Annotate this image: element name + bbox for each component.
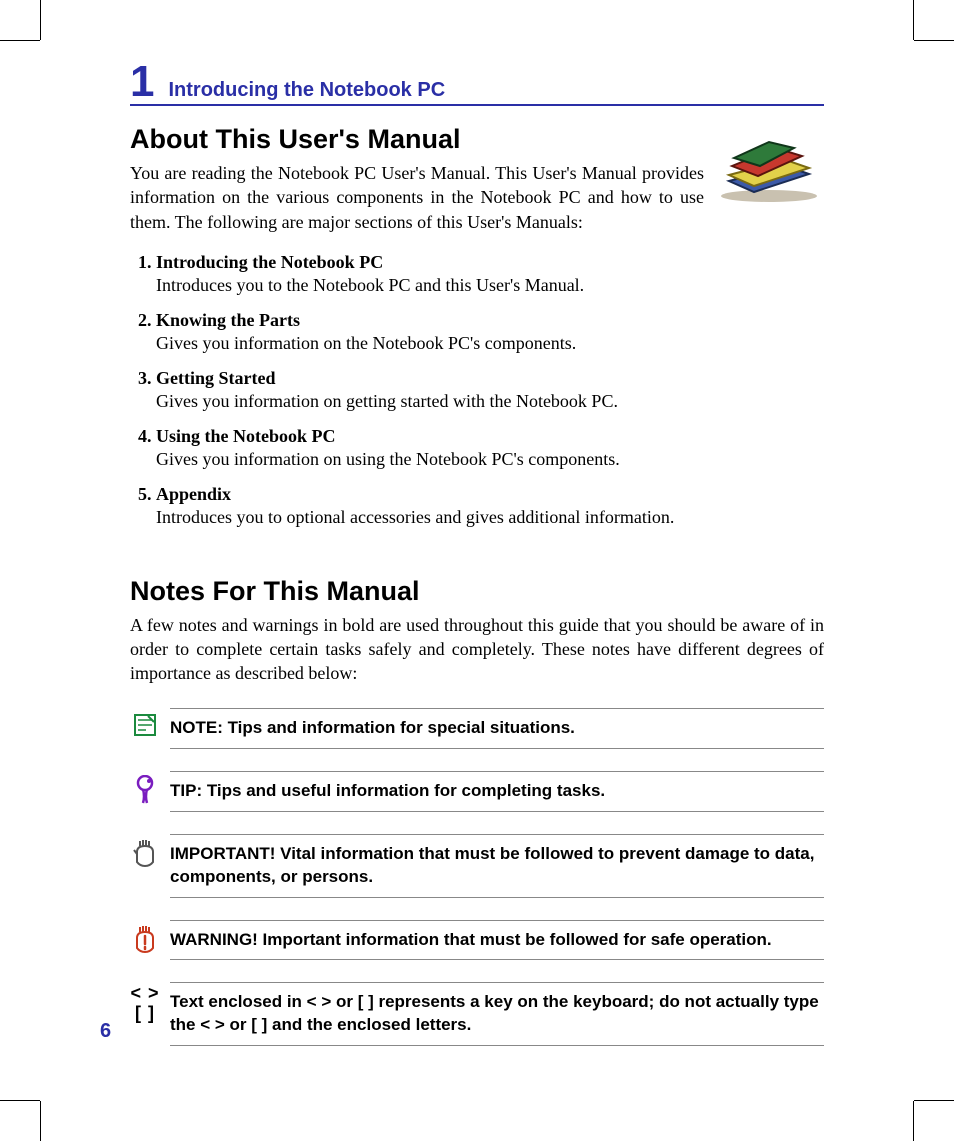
crop-mark: [913, 0, 914, 40]
list-item-title: Appendix: [156, 484, 231, 504]
tip-icon: [130, 771, 160, 805]
key-symbols-icon: < > [ ]: [130, 982, 160, 1024]
chapter-title: Introducing the Notebook PC: [168, 79, 445, 102]
document-page: 1 Introducing the Notebook PC About This…: [0, 0, 954, 1141]
list-item-title: Getting Started: [156, 368, 275, 388]
list-item: Introducing the Notebook PC Introduces y…: [156, 252, 824, 296]
note-icon: [130, 708, 160, 738]
key-symbol-square: [ ]: [130, 1004, 160, 1024]
list-item-desc: Gives you information on getting started…: [156, 391, 824, 412]
notes-intro: A few notes and warnings in bold are use…: [130, 613, 824, 686]
crop-mark: [0, 40, 40, 41]
keys-callout: < > [ ] Text enclosed in < > or [ ] repr…: [130, 982, 824, 1046]
warning-text: WARNING! Important information that must…: [170, 920, 824, 961]
warning-callout: WARNING! Important information that must…: [130, 920, 824, 961]
important-callout: IMPORTANT! Vital information that must b…: [130, 834, 824, 898]
tip-text: TIP: Tips and useful information for com…: [170, 771, 824, 812]
chapter-header: 1 Introducing the Notebook PC: [130, 60, 824, 106]
crop-mark: [914, 1100, 954, 1101]
about-intro: You are reading the Notebook PC User's M…: [130, 161, 704, 234]
list-item-desc: Introduces you to optional accessories a…: [156, 507, 824, 528]
important-icon: [130, 834, 160, 868]
crop-mark: [40, 0, 41, 40]
list-item: Appendix Introduces you to optional acce…: [156, 484, 824, 528]
list-item-title: Using the Notebook PC: [156, 426, 336, 446]
warning-icon: [130, 920, 160, 954]
list-item: Getting Started Gives you information on…: [156, 368, 824, 412]
sections-list: Introducing the Notebook PC Introduces y…: [130, 252, 824, 528]
content-area: 1 Introducing the Notebook PC About This…: [130, 60, 824, 1046]
crop-mark: [40, 1101, 41, 1141]
list-item-desc: Gives you information on using the Noteb…: [156, 449, 824, 470]
notes-heading: Notes For This Manual: [130, 576, 824, 607]
about-heading: About This User's Manual: [130, 124, 704, 155]
crop-mark: [914, 40, 954, 41]
about-section-row: About This User's Manual You are reading…: [130, 120, 824, 244]
page-number: 6: [100, 1020, 111, 1043]
crop-mark: [0, 1100, 40, 1101]
note-text: NOTE: Tips and information for special s…: [170, 708, 824, 749]
important-text: IMPORTANT! Vital information that must b…: [170, 834, 824, 898]
list-item-desc: Introduces you to the Notebook PC and th…: [156, 275, 824, 296]
list-item: Knowing the Parts Gives you information …: [156, 310, 824, 354]
list-item-title: Knowing the Parts: [156, 310, 300, 330]
books-icon: [714, 126, 824, 206]
keys-text: Text enclosed in < > or [ ] represents a…: [170, 982, 824, 1046]
key-symbol-angle: < >: [130, 984, 160, 1004]
note-callout: NOTE: Tips and information for special s…: [130, 708, 824, 749]
list-item-title: Introducing the Notebook PC: [156, 252, 383, 272]
chapter-number: 1: [130, 60, 154, 104]
crop-mark: [913, 1101, 914, 1141]
list-item-desc: Gives you information on the Notebook PC…: [156, 333, 824, 354]
tip-callout: TIP: Tips and useful information for com…: [130, 771, 824, 812]
list-item: Using the Notebook PC Gives you informat…: [156, 426, 824, 470]
